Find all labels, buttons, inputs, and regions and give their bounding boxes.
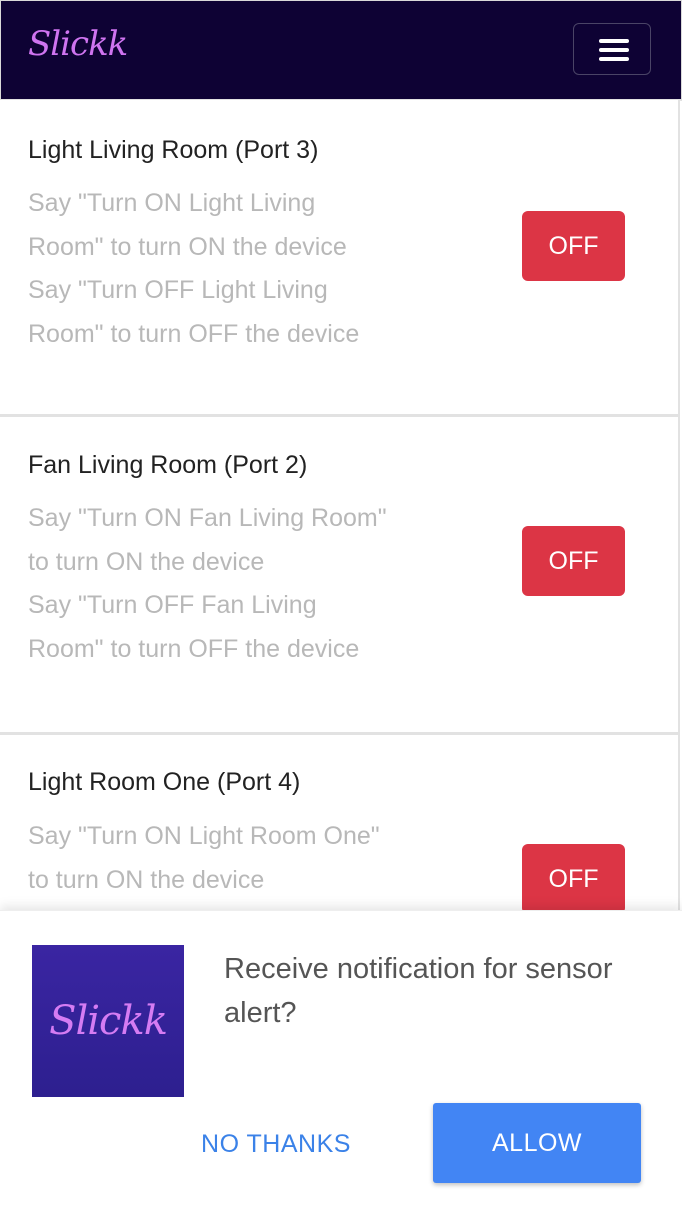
instruction-line: Room" to turn OFF the device <box>28 634 360 663</box>
device-instructions: Say "Turn ON Fan Living Room" to turn ON… <box>28 497 448 671</box>
app-logo-text: Slickk <box>49 998 168 1044</box>
device-title: Light Living Room (Port 3) <box>28 136 319 164</box>
instruction-line: Say "Turn ON Fan Living Room" <box>28 504 387 532</box>
instruction-line: Say "Turn ON Light Living <box>28 189 316 217</box>
instruction-line: Room" to turn OFF the device <box>28 319 360 348</box>
instruction-line: Say "Turn ON Light Room One" <box>28 822 380 850</box>
prompt-message: Receive notification for sensor alert? <box>224 953 613 1029</box>
device-instructions: Say "Turn ON Light Room One" to turn ON … <box>28 815 448 902</box>
instruction-line: to turn ON the device <box>28 547 265 576</box>
app-viewport: Slickk Light Living Room (Port 3) Say "T… <box>0 0 682 1220</box>
device-card: Fan Living Room (Port 2) Say "Turn ON Fa… <box>0 417 680 735</box>
instruction-line: Say "Turn OFF Light Living <box>28 276 328 304</box>
device-toggle-button[interactable]: OFF <box>522 844 625 914</box>
app-logo-tile: Slickk <box>32 945 184 1097</box>
top-navbar: Slickk <box>0 0 682 101</box>
device-title: Light Room One (Port 4) <box>28 768 301 796</box>
hamburger-menu-button[interactable] <box>573 23 651 75</box>
device-toggle-button[interactable]: OFF <box>522 526 625 596</box>
brand-logo[interactable]: Slickk <box>28 27 128 61</box>
device-card: Light Living Room (Port 3) Say "Turn ON … <box>0 100 680 417</box>
instruction-line: Room" to turn ON the device <box>28 232 347 261</box>
no-thanks-button[interactable]: NO THANKS <box>180 1105 372 1183</box>
instruction-line: Say "Turn OFF Fan Living <box>28 591 317 619</box>
instruction-line: to turn ON the device <box>28 865 265 894</box>
notification-permission-prompt: Slickk Receive notification for sensor a… <box>0 910 682 1220</box>
device-toggle-button[interactable]: OFF <box>522 211 625 281</box>
device-instructions: Say "Turn ON Light Living Room" to turn … <box>28 182 448 356</box>
allow-button[interactable]: ALLOW <box>433 1103 641 1183</box>
device-title: Fan Living Room (Port 2) <box>28 451 308 479</box>
